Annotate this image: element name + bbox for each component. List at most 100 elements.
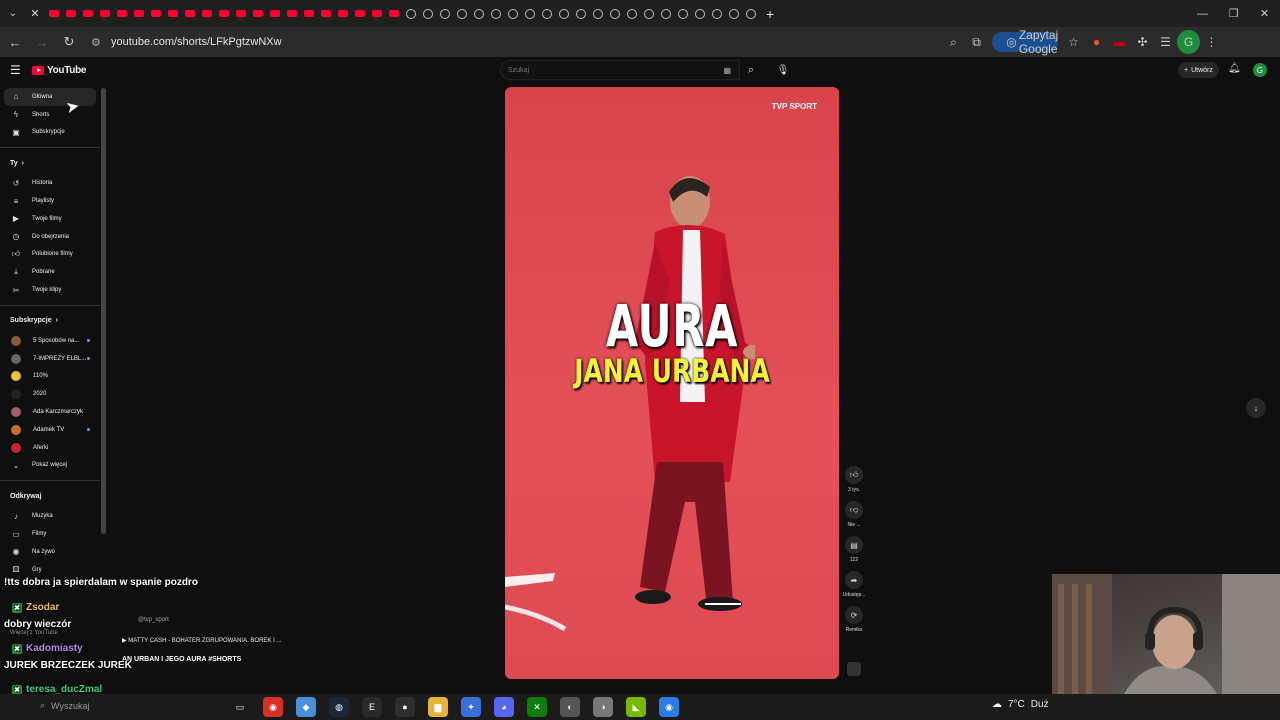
browser-tab[interactable]: [336, 7, 350, 21]
bookmark-star-icon[interactable]: ☆: [1062, 30, 1085, 54]
tab-search-chevron-icon[interactable]: ⌄: [6, 7, 20, 21]
browser-tab[interactable]: [183, 7, 197, 21]
menu-icon[interactable]: ☰: [10, 63, 24, 77]
browser-tab[interactable]: [744, 7, 758, 21]
extension-ublock-icon[interactable]: ●: [1085, 30, 1108, 54]
sidebar-item-pobrane[interactable]: ⤓ Pobrane: [0, 263, 100, 281]
browser-tab[interactable]: [710, 7, 724, 21]
browser-tab[interactable]: [727, 7, 741, 21]
sidebar-subscription[interactable]: Ada Karczmarczyk: [0, 403, 100, 421]
tab-close-button[interactable]: ✕: [26, 7, 44, 21]
account-avatar[interactable]: G: [1253, 63, 1267, 77]
browser-tab[interactable]: [625, 7, 639, 21]
keyboard-icon[interactable]: ▦: [723, 66, 731, 75]
sidebar-item-playlisty[interactable]: ≡ Playlisty: [0, 192, 100, 210]
sidebar-item-gry[interactable]: ⚄ Gry: [0, 561, 100, 578]
browser-tab[interactable]: [659, 7, 673, 21]
sidebar-heading-subscriptions[interactable]: Subskrypcje ›: [0, 310, 100, 332]
taskbar-search[interactable]: ⌕ Wyszukaj: [40, 700, 89, 711]
comments-button[interactable]: ▤ 122: [843, 536, 865, 563]
search-input[interactable]: Szukaj ▦: [500, 60, 740, 80]
browser-tab[interactable]: [166, 7, 180, 21]
app-icon[interactable]: ✦: [461, 697, 481, 717]
browser-tab[interactable]: [370, 7, 384, 21]
browser-tab[interactable]: [540, 7, 554, 21]
sidebar-subscription[interactable]: 110%: [0, 368, 100, 386]
browser-tab[interactable]: [642, 7, 656, 21]
sidebar-item-historia[interactable]: ↺ Historia: [0, 174, 100, 192]
browser-tab[interactable]: [353, 7, 367, 21]
maximize-button[interactable]: ❐: [1218, 0, 1249, 27]
sidebar-subscription[interactable]: 7-IMPREZY ELBL...: [0, 350, 100, 368]
obs-icon[interactable]: ●: [395, 697, 415, 717]
browser-tab[interactable]: [234, 7, 248, 21]
zoom-icon[interactable]: ⌕: [942, 30, 965, 54]
youtube-logo[interactable]: YouTube: [32, 65, 87, 76]
minimize-button[interactable]: —: [1187, 0, 1218, 27]
remix-button[interactable]: ⟳ Remiks: [843, 606, 865, 633]
browser-tab[interactable]: [132, 7, 146, 21]
browser-tab[interactable]: [455, 7, 469, 21]
channel-handle[interactable]: @tvp_sport: [138, 617, 169, 623]
sidebar-heading-you[interactable]: Ty ›: [0, 152, 100, 174]
address-bar[interactable]: ⚙ youtube.com/shorts/LFkPgtzwNXw: [87, 30, 942, 54]
ask-google-button[interactable]: ◎ Zapytaj Google: [992, 28, 1058, 56]
sidebar-item-polubione-filmy[interactable]: 👍︎ Polubione filmy: [0, 246, 100, 264]
sidebar-item-do-obejrzenia[interactable]: ◷ Do obejrzenia: [0, 228, 100, 246]
chrome-icon[interactable]: ◉: [659, 697, 679, 717]
browser-tab[interactable]: [421, 7, 435, 21]
browser-tab[interactable]: [608, 7, 622, 21]
file-explorer-icon[interactable]: ▆: [428, 697, 448, 717]
shorts-video-player[interactable]: TVP SPORT AURA JANA URBANA: [505, 87, 839, 679]
sidebar-subscription[interactable]: Aferki: [0, 439, 100, 457]
xbox-icon[interactable]: ✕: [527, 697, 547, 717]
browser-tab[interactable]: [200, 7, 214, 21]
browser-tab[interactable]: [676, 7, 690, 21]
notifications-bell-icon[interactable]: 🔔︎: [1228, 63, 1241, 74]
browser-tab[interactable]: [115, 7, 129, 21]
epic-games-icon[interactable]: E: [362, 697, 382, 717]
forward-button[interactable]: →: [30, 30, 54, 54]
site-info-icon[interactable]: ⚙: [91, 36, 105, 49]
close-window-button[interactable]: ✕: [1249, 0, 1280, 27]
steam-icon[interactable]: ◍: [329, 697, 349, 717]
browser-tab[interactable]: [268, 7, 282, 21]
tab-search-icon[interactable]: ☰: [1154, 30, 1177, 54]
browser-tab[interactable]: [98, 7, 112, 21]
app-icon[interactable]: ◐: [560, 697, 580, 717]
browser-tab[interactable]: [302, 7, 316, 21]
voice-search-button[interactable]: 🎙︎: [773, 60, 793, 80]
app-icon[interactable]: ◑: [593, 697, 613, 717]
search-button[interactable]: ⌕: [740, 60, 762, 80]
task-view-icon[interactable]: ▭: [230, 697, 250, 717]
browser-tab[interactable]: [591, 7, 605, 21]
sidebar-item-na-żywo[interactable]: ◉ Na żywo: [0, 543, 100, 561]
browser-tab[interactable]: [251, 7, 265, 21]
sidebar-item-filmy[interactable]: ▭ Filmy: [0, 525, 100, 543]
sidebar-item-subskrypcje[interactable]: ▣ Subskrypcje: [0, 124, 100, 142]
extensions-puzzle-icon[interactable]: ✣: [1131, 30, 1154, 54]
sidebar-subscription[interactable]: Adamek TV: [0, 421, 100, 439]
browser-tab[interactable]: [472, 7, 486, 21]
sound-thumbnail[interactable]: [847, 662, 861, 676]
browser-tab[interactable]: [404, 7, 418, 21]
next-video-button[interactable]: ↓: [1246, 398, 1266, 418]
browser-tab[interactable]: [387, 7, 401, 21]
sidebar-item-muzyka[interactable]: ♪ Muzyka: [0, 507, 100, 525]
like-button[interactable]: 👍︎ 3 tys.: [843, 466, 865, 493]
browser-tab[interactable]: [149, 7, 163, 21]
back-button[interactable]: ←: [3, 30, 27, 54]
browser-tab[interactable]: [81, 7, 95, 21]
sidebar-item-twoje-klipy[interactable]: ✂ Twoje klipy: [0, 281, 100, 299]
sidebar-heading-explore[interactable]: Odkrywaj: [0, 485, 100, 507]
sidebar-item-shorts[interactable]: ϟ Shorts: [0, 106, 100, 124]
browser-tab[interactable]: [574, 7, 588, 21]
browser-tab[interactable]: [64, 7, 78, 21]
browser-tab[interactable]: [285, 7, 299, 21]
show-more-button[interactable]: ⌄ Pokaż więcej: [0, 457, 100, 475]
browser-menu-icon[interactable]: ⋮: [1200, 30, 1223, 54]
sidebar-subscription[interactable]: 5 Sposobów na...: [0, 332, 100, 350]
browser-tab[interactable]: [693, 7, 707, 21]
browser-tab[interactable]: [489, 7, 503, 21]
sidebar-item-twoje-filmy[interactable]: ▶ Twoje filmy: [0, 210, 100, 228]
